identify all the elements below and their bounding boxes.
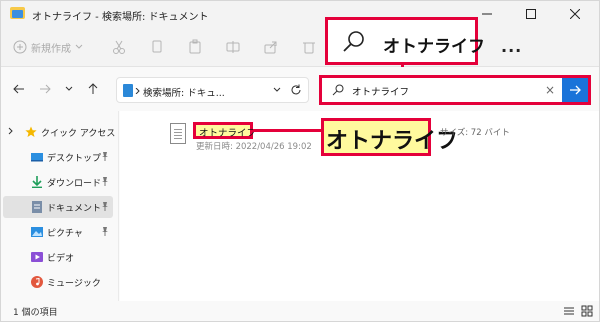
chevron-down-icon[interactable] — [273, 86, 281, 94]
close-button[interactable] — [553, 1, 597, 27]
expand-chevron-icon — [8, 127, 13, 135]
address-bar[interactable]: 検索場所: ドキュ... — [116, 77, 309, 103]
title-bar: オトナライフ - 検索場所: ドキュメント — [1, 1, 599, 27]
command-bar: 新規作成 ... — [1, 27, 599, 67]
search-submit-button[interactable] — [562, 78, 588, 102]
search-callout: オトナライフ — [325, 17, 485, 65]
address-path: 検索場所: ドキュ... — [143, 88, 225, 99]
plus-circle-icon — [13, 40, 27, 54]
window-title: オトナライフ - 検索場所: ドキュメント — [32, 12, 209, 23]
chevron-right-icon — [135, 88, 140, 94]
sidebar-item-label: ミュージック — [47, 278, 101, 289]
close-icon — [570, 9, 580, 19]
new-button[interactable]: 新規作成 — [13, 37, 83, 57]
delete-icon[interactable] — [301, 39, 317, 55]
pin-icon — [102, 177, 108, 186]
search-folder-icon — [123, 84, 133, 97]
sidebar-item-label: ダウンロード — [47, 178, 102, 189]
file-modified-date: 更新日時: 2022/04/26 19:02 — [196, 142, 312, 152]
file-size: サイズ: 72 バイト — [440, 128, 510, 138]
up-arrow-icon[interactable] — [87, 83, 99, 95]
sidebar-item-label: ビデオ — [47, 253, 75, 264]
star-icon — [25, 126, 37, 137]
search-box[interactable]: オトナライフ × — [319, 75, 591, 105]
sidebar-item-downloads[interactable]: ダウンロード — [3, 171, 113, 193]
sidebar-item-label: ピクチャ — [47, 228, 83, 239]
download-icon — [32, 176, 42, 188]
maximize-button[interactable] — [509, 1, 553, 27]
sidebar-item-quick-access[interactable]: クイック アクセス — [3, 121, 116, 143]
sidebar-item-label: クイック アクセス — [41, 128, 116, 139]
text-file-icon[interactable] — [170, 123, 186, 144]
rename-icon[interactable] — [225, 39, 241, 55]
file-name-callout-text: オトナライフ — [326, 129, 459, 154]
chevron-down-icon — [75, 44, 83, 49]
back-arrow-icon[interactable] — [13, 83, 25, 95]
new-button-label: 新規作成 — [31, 43, 71, 55]
sidebar-item-label: デスクトップ — [47, 153, 102, 164]
clear-search-icon[interactable]: × — [545, 83, 555, 97]
item-count: 1 個の項目 — [13, 308, 58, 318]
forward-arrow-icon[interactable] — [39, 83, 51, 95]
folder-icon — [10, 7, 25, 19]
picture-icon — [31, 227, 43, 237]
cut-icon[interactable] — [111, 39, 127, 55]
search-input[interactable]: オトナライフ — [352, 84, 409, 98]
minimize-icon — [482, 13, 492, 15]
arrow-right-icon — [570, 85, 581, 95]
sidebar-item-pictures[interactable]: ピクチャ — [3, 221, 113, 243]
video-icon — [31, 252, 43, 262]
refresh-icon[interactable] — [290, 84, 302, 96]
maximize-icon — [526, 9, 536, 19]
sidebar-item-desktop[interactable]: デスクトップ — [3, 146, 113, 168]
details-view-icon[interactable] — [563, 305, 575, 317]
tiles-view-icon[interactable] — [581, 305, 593, 317]
sidebar-item-label: ドキュメント — [47, 203, 102, 214]
pin-icon — [102, 202, 108, 211]
music-icon — [31, 276, 43, 288]
address-row: 検索場所: ドキュ... オトナライフ × — [1, 67, 599, 111]
pin-icon — [102, 152, 108, 161]
pin-icon — [102, 227, 108, 236]
sidebar-item-documents[interactable]: ドキュメント — [3, 196, 113, 218]
callout-connector — [253, 129, 321, 132]
explorer-window: オトナライフ - 検索場所: ドキュメント 新規作成 ... オトナライフ 検索… — [0, 0, 600, 322]
search-result-item[interactable]: オトナライフ — [193, 122, 257, 139]
search-callout-text: オトナライフ — [383, 37, 485, 57]
share-icon[interactable] — [263, 39, 279, 55]
desktop-icon — [31, 153, 43, 162]
file-list-pane: オトナライフ 更新日時: 2022/04/26 19:02 オトナライフ サイズ… — [120, 111, 599, 301]
document-icon — [32, 201, 42, 213]
navigation-pane: クイック アクセス デスクトップ ダウンロード ドキュメント ピクチャ ビデオ — [1, 111, 119, 301]
file-name: オトナライフ — [199, 128, 257, 139]
search-icon — [343, 31, 364, 52]
sidebar-item-music[interactable]: ミュージック — [3, 271, 113, 293]
copy-icon[interactable] — [149, 39, 165, 55]
sidebar-item-videos[interactable]: ビデオ — [3, 246, 113, 268]
more-options-button[interactable]: ... — [501, 37, 522, 56]
recent-chevron-icon[interactable] — [63, 83, 75, 95]
status-bar: 1 個の項目 — [1, 301, 599, 321]
search-icon — [332, 84, 344, 96]
paste-icon[interactable] — [187, 39, 203, 55]
file-name-callout: オトナライフ — [321, 118, 458, 156]
